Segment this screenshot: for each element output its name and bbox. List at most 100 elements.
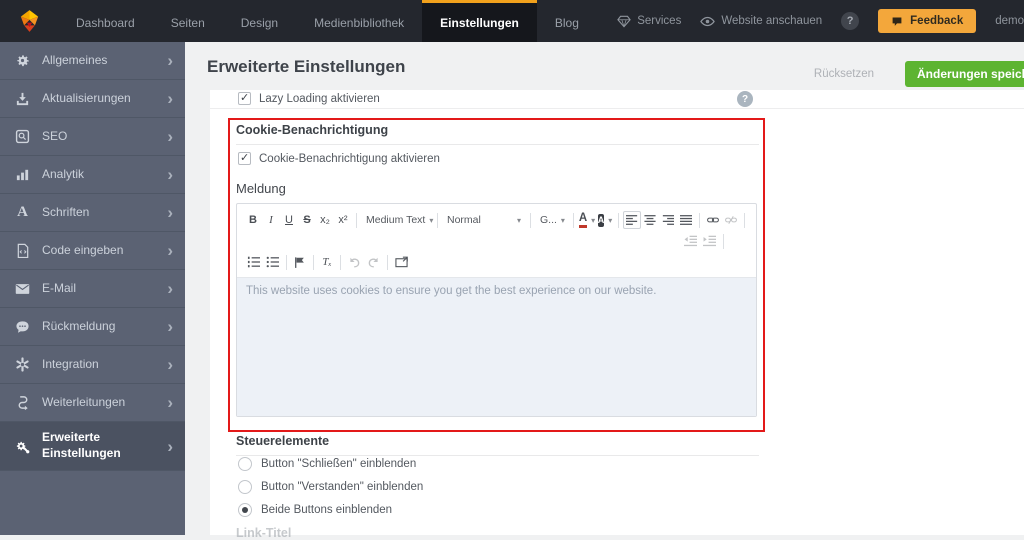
services-label: Services bbox=[637, 15, 682, 27]
text-color-dropdown[interactable]: A ▾ bbox=[578, 211, 596, 229]
toolbar-separator bbox=[618, 212, 619, 228]
align-right-icon[interactable] bbox=[659, 211, 677, 229]
redo-icon[interactable] bbox=[364, 253, 383, 271]
outdent-icon[interactable] bbox=[681, 232, 700, 250]
subscript-icon[interactable]: x₂ bbox=[316, 211, 334, 229]
strikethrough-icon[interactable]: S bbox=[298, 211, 316, 229]
sidebar-item-seo[interactable]: SEO › bbox=[0, 118, 185, 156]
ordered-list-icon[interactable] bbox=[244, 253, 263, 271]
background-color-dropdown[interactable]: A ▾ bbox=[596, 211, 614, 229]
bold-icon[interactable]: B bbox=[244, 211, 262, 229]
cookie-section-title: Cookie-Benachrichtigung bbox=[236, 123, 759, 145]
undo-icon[interactable] bbox=[345, 253, 364, 271]
redirect-icon bbox=[13, 395, 32, 410]
rich-text-editor: B I U Sx₂ x² Medium Text ▾ Normal ▾ G... ▾ A ▾ A ▾ Tₓ … bbox=[236, 203, 757, 417]
logo-gem-icon bbox=[16, 8, 43, 34]
editor-content-area[interactable]: This website uses cookies to ensure you … bbox=[237, 277, 756, 416]
bar-chart-icon bbox=[13, 167, 32, 182]
integration-icon bbox=[13, 357, 32, 372]
radio-option-beide-buttons-einblenden[interactable]: Beide Buttons einblenden bbox=[238, 502, 423, 518]
sidebar-item-schriften[interactable]: A Schriften › bbox=[0, 194, 185, 232]
feedback-button[interactable]: Feedback bbox=[878, 9, 977, 33]
tab-medienbibliothek[interactable]: Medienbibliothek bbox=[296, 0, 422, 42]
sidebar-item-rückmeldung[interactable]: Rückmeldung › bbox=[0, 308, 185, 346]
flag-icon[interactable] bbox=[291, 253, 309, 271]
align-left-icon[interactable] bbox=[623, 211, 641, 229]
source-code-icon[interactable] bbox=[392, 253, 411, 271]
chevron-right-icon: › bbox=[167, 51, 173, 70]
chevron-right-icon: › bbox=[167, 241, 173, 260]
tab-blog[interactable]: Blog bbox=[537, 0, 597, 42]
speech-bubble-icon bbox=[891, 16, 903, 27]
caret-down-icon: ▾ bbox=[591, 215, 596, 225]
italic-icon[interactable]: I bbox=[262, 211, 280, 229]
lazy-loading-help-icon[interactable]: ? bbox=[737, 91, 753, 107]
align-justify-icon[interactable] bbox=[677, 211, 695, 229]
tab-einstellungen[interactable]: Einstellungen bbox=[422, 0, 537, 42]
tab-dashboard[interactable]: Dashboard bbox=[58, 0, 153, 42]
code-file-icon bbox=[13, 243, 32, 258]
sidebar-item-aktualisierungen[interactable]: Aktualisierungen › bbox=[0, 80, 185, 118]
radio-option-button-verstanden-einblenden[interactable]: Button "Verstanden" einblenden bbox=[238, 479, 423, 495]
sidebar-item-label: Integration bbox=[42, 356, 99, 371]
account-label[interactable]: demo bbox=[995, 15, 1024, 27]
help-button[interactable]: ? bbox=[841, 12, 860, 30]
insert-link-icon[interactable] bbox=[704, 211, 722, 229]
cookie-enable-checkbox[interactable] bbox=[238, 151, 251, 165]
radio-label: Button "Verstanden" einblenden bbox=[261, 481, 424, 493]
sidebar-item-weiterleitungen[interactable]: Weiterleitungen › bbox=[0, 384, 185, 422]
radio-option-button-schließen-einblenden[interactable]: Button "Schließen" einblenden bbox=[238, 456, 423, 472]
radio-icon[interactable] bbox=[238, 503, 252, 517]
sidebar-item-erweiterte-einstellungen[interactable]: Erweiterte Einstellungen › bbox=[0, 422, 185, 471]
save-button[interactable]: Änderungen speichern bbox=[905, 61, 1024, 87]
tab-design[interactable]: Design bbox=[223, 0, 296, 42]
radio-icon[interactable] bbox=[238, 480, 252, 494]
lazy-loading-checkbox[interactable] bbox=[238, 91, 251, 105]
advanced-settings-icon bbox=[13, 439, 32, 454]
reset-button[interactable]: Rücksetzen bbox=[814, 68, 874, 80]
text-size-dropdown[interactable]: Medium Text ▾ bbox=[361, 211, 433, 229]
controls-radio-group: Button "Schließen" einblenden Button "Ver… bbox=[238, 456, 423, 525]
unordered-list-icon[interactable] bbox=[263, 253, 282, 271]
sidebar-item-label: Erweiterte Einstellungen bbox=[42, 430, 121, 460]
chevron-right-icon: › bbox=[167, 393, 173, 412]
lazy-loading-label: Lazy Loading aktivieren bbox=[259, 93, 380, 105]
sidebar-item-analytik[interactable]: Analytik › bbox=[0, 156, 185, 194]
top-navigation: Dashboard Seiten Design Medienbibliothek Ein… bbox=[0, 0, 1024, 42]
preview-link[interactable]: Website anschauen bbox=[700, 15, 822, 27]
app-logo[interactable] bbox=[0, 0, 58, 42]
editor-toolbar-row-1: B I U Sx₂ x² Medium Text ▾ Normal ▾ G... ▾ A ▾ A ▾ bbox=[237, 204, 756, 231]
cookie-enable-label: Cookie-Benachrichtigung aktivieren bbox=[259, 153, 440, 165]
editor-toolbar-row-3: Tₓ bbox=[237, 251, 756, 273]
services-gem-icon bbox=[617, 15, 632, 28]
feedback-bubble-icon bbox=[13, 320, 32, 334]
toolbar-separator bbox=[437, 212, 438, 228]
sidebar-item-allgemeines[interactable]: Allgemeines › bbox=[0, 42, 185, 80]
underline-icon[interactable]: U bbox=[280, 211, 298, 229]
sidebar-item-integration[interactable]: Integration › bbox=[0, 346, 185, 384]
align-center-icon[interactable] bbox=[641, 211, 659, 229]
main-content: Erweiterte Einstellungen Rücksetzen Ände… bbox=[185, 42, 1024, 540]
superscript-icon[interactable]: x² bbox=[334, 211, 352, 229]
message-field-label: Meldung bbox=[236, 181, 286, 196]
sidebar-item-e-mail[interactable]: E-Mail › bbox=[0, 270, 185, 308]
topnav-right: Services Website anschauen ? Feedback de… bbox=[617, 0, 1024, 42]
services-link[interactable]: Services bbox=[617, 15, 681, 28]
lazy-loading-row: Lazy Loading aktivieren ? bbox=[210, 90, 1024, 108]
radio-icon[interactable] bbox=[238, 457, 252, 471]
tab-seiten[interactable]: Seiten bbox=[153, 0, 223, 42]
indent-icon[interactable] bbox=[700, 232, 719, 250]
paragraph-format-dropdown[interactable]: Normal ▾ bbox=[442, 211, 526, 229]
toolbar-separator bbox=[313, 254, 314, 270]
chevron-right-icon: › bbox=[167, 203, 173, 222]
font-family-dropdown[interactable]: G... ▾ bbox=[535, 211, 569, 229]
unlink-icon[interactable] bbox=[722, 211, 740, 229]
toolbar-separator bbox=[699, 212, 700, 228]
clear-formatting-icon[interactable]: Tₓ bbox=[318, 253, 336, 271]
sidebar-item-label: Rückmeldung bbox=[42, 318, 116, 333]
sidebar-item-code-eingeben[interactable]: Code eingeben › bbox=[0, 232, 185, 270]
sidebar-item-label: Code eingeben bbox=[42, 242, 124, 257]
chevron-right-icon: › bbox=[167, 317, 173, 336]
feedback-label: Feedback bbox=[910, 15, 964, 27]
sidebar-item-label: SEO bbox=[42, 128, 68, 143]
